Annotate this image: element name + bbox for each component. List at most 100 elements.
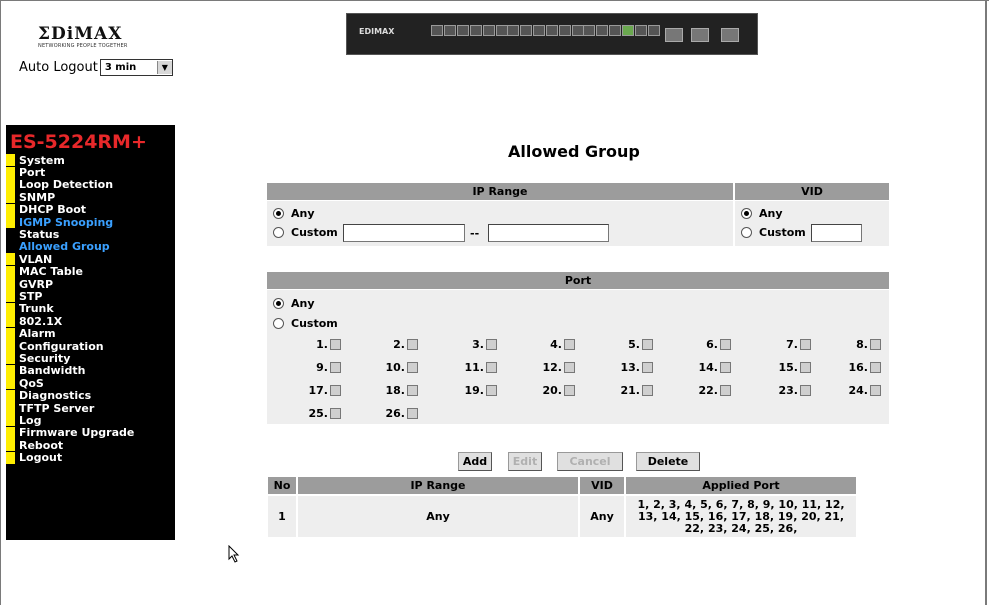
port-checkbox-item[interactable]: 5.	[593, 338, 653, 351]
port-checkbox[interactable]	[564, 339, 575, 350]
port-checkbox-item[interactable]: 21.	[593, 384, 653, 397]
chevron-down-icon[interactable]: ▼	[156, 61, 172, 74]
port-checkbox-item[interactable]: 18.	[358, 384, 418, 397]
port-checkbox[interactable]	[564, 385, 575, 396]
port-checkbox[interactable]	[720, 362, 731, 373]
vid-custom-radio[interactable]	[741, 227, 752, 238]
port-checkbox[interactable]	[486, 362, 497, 373]
port-checkbox-item[interactable]: 9.	[281, 361, 341, 374]
port-checkbox-item[interactable]: 20.	[515, 384, 575, 397]
sidebar-item-bandwidth[interactable]: Bandwidth	[6, 364, 175, 377]
port-checkbox-item[interactable]: 25.	[281, 407, 341, 420]
port-any-radio[interactable]	[273, 298, 284, 309]
port-checkbox-item[interactable]: 10.	[358, 361, 418, 374]
ip-range-end-input[interactable]	[488, 224, 609, 242]
port-checkbox[interactable]	[642, 385, 653, 396]
vid-input[interactable]	[811, 224, 862, 242]
port-checkbox[interactable]	[407, 408, 418, 419]
sidebar-item-port[interactable]: Port	[6, 166, 175, 179]
ip-range-any-radio[interactable]	[273, 208, 284, 219]
sidebar-item-loop-detection[interactable]: Loop Detection	[6, 178, 175, 191]
port-checkbox-item[interactable]: 2.	[358, 338, 418, 351]
sidebar-item-log[interactable]: Log	[6, 414, 175, 427]
port-custom-radio[interactable]	[273, 318, 284, 329]
delete-button[interactable]: Delete	[636, 452, 700, 471]
sidebar-item-igmp-snooping[interactable]: IGMP Snooping	[6, 216, 175, 229]
port-checkbox-item[interactable]: 22.	[671, 384, 731, 397]
port-checkbox[interactable]	[642, 339, 653, 350]
ip-range-custom-option[interactable]: Custom	[273, 226, 338, 239]
port-checkbox-item[interactable]: 24.	[821, 384, 881, 397]
ip-range-start-input[interactable]	[343, 224, 465, 242]
port-checkbox-item[interactable]: 23.	[751, 384, 811, 397]
vid-custom-option[interactable]: Custom	[741, 226, 806, 239]
sidebar-item-mac-table[interactable]: MAC Table	[6, 265, 175, 278]
port-checkbox-item[interactable]: 15.	[751, 361, 811, 374]
cancel-button[interactable]: Cancel	[557, 452, 623, 471]
port-custom-option[interactable]: Custom	[273, 317, 338, 330]
port-checkbox-item[interactable]: 1.	[281, 338, 341, 351]
sidebar-item-vlan[interactable]: VLAN	[6, 253, 175, 266]
port-number-label: 6.	[706, 338, 718, 351]
port-checkbox-item[interactable]: 16.	[821, 361, 881, 374]
port-checkbox[interactable]	[407, 385, 418, 396]
sidebar-item-alarm[interactable]: Alarm	[6, 327, 175, 340]
sidebar-item-system[interactable]: System	[6, 154, 175, 167]
sidebar-item-tftp-server[interactable]: TFTP Server	[6, 402, 175, 415]
port-checkbox[interactable]	[800, 362, 811, 373]
port-checkbox-item[interactable]: 12.	[515, 361, 575, 374]
vid-any-option[interactable]: Any	[741, 207, 783, 220]
ip-range-custom-radio[interactable]	[273, 227, 284, 238]
port-checkbox-item[interactable]: 7.	[751, 338, 811, 351]
sidebar-item-security[interactable]: Security	[6, 352, 175, 365]
port-checkbox[interactable]	[407, 339, 418, 350]
port-checkbox-item[interactable]: 26.	[358, 407, 418, 420]
port-checkbox[interactable]	[486, 339, 497, 350]
port-checkbox-item[interactable]: 17.	[281, 384, 341, 397]
port-checkbox[interactable]	[720, 339, 731, 350]
sidebar-subitem-status[interactable]: Status	[6, 228, 175, 241]
sidebar-item-qos[interactable]: QoS	[6, 377, 175, 390]
port-checkbox-item[interactable]: 19.	[437, 384, 497, 397]
port-checkbox[interactable]	[800, 339, 811, 350]
sidebar-item-firmware-upgrade[interactable]: Firmware Upgrade	[6, 426, 175, 439]
edit-button[interactable]: Edit	[508, 452, 542, 471]
port-checkbox[interactable]	[407, 362, 418, 373]
port-checkbox-item[interactable]: 8.	[821, 338, 881, 351]
sidebar-item-diagnostics[interactable]: Diagnostics	[6, 389, 175, 402]
port-checkbox-item[interactable]: 6.	[671, 338, 731, 351]
auto-logout-select[interactable]: 3 min ▼	[99, 59, 173, 76]
port-checkbox[interactable]	[800, 385, 811, 396]
port-checkbox[interactable]	[870, 339, 881, 350]
port-checkbox[interactable]	[330, 362, 341, 373]
port-checkbox[interactable]	[642, 362, 653, 373]
add-button[interactable]: Add	[458, 452, 492, 471]
sidebar-item-stp[interactable]: STP	[6, 290, 175, 303]
port-any-option[interactable]: Any	[273, 297, 315, 310]
ip-range-any-option[interactable]: Any	[273, 207, 315, 220]
port-checkbox[interactable]	[330, 408, 341, 419]
sidebar-item-snmp[interactable]: SNMP	[6, 191, 175, 204]
sidebar-subitem-allowed-group[interactable]: Allowed Group	[6, 240, 175, 253]
port-checkbox-item[interactable]: 3.	[437, 338, 497, 351]
port-checkbox[interactable]	[330, 339, 341, 350]
sidebar-item-gvrp[interactable]: GVRP	[6, 278, 175, 291]
port-checkbox-item[interactable]: 11.	[437, 361, 497, 374]
vid-any-radio[interactable]	[741, 208, 752, 219]
port-checkbox[interactable]	[870, 362, 881, 373]
port-checkbox-item[interactable]: 13.	[593, 361, 653, 374]
port-header: Port	[267, 272, 889, 289]
port-checkbox[interactable]	[330, 385, 341, 396]
sidebar-item-configuration[interactable]: Configuration	[6, 340, 175, 353]
port-checkbox[interactable]	[870, 385, 881, 396]
port-checkbox-item[interactable]: 4.	[515, 338, 575, 351]
sidebar-item-8021x[interactable]: 802.1X	[6, 315, 175, 328]
sidebar-item-reboot[interactable]: Reboot	[6, 439, 175, 452]
sidebar-item-dhcp-boot[interactable]: DHCP Boot	[6, 203, 175, 216]
port-checkbox-item[interactable]: 14.	[671, 361, 731, 374]
port-checkbox[interactable]	[486, 385, 497, 396]
port-checkbox[interactable]	[720, 385, 731, 396]
sidebar-item-logout[interactable]: Logout	[6, 451, 175, 464]
port-checkbox[interactable]	[564, 362, 575, 373]
sidebar-item-trunk[interactable]: Trunk	[6, 302, 175, 315]
